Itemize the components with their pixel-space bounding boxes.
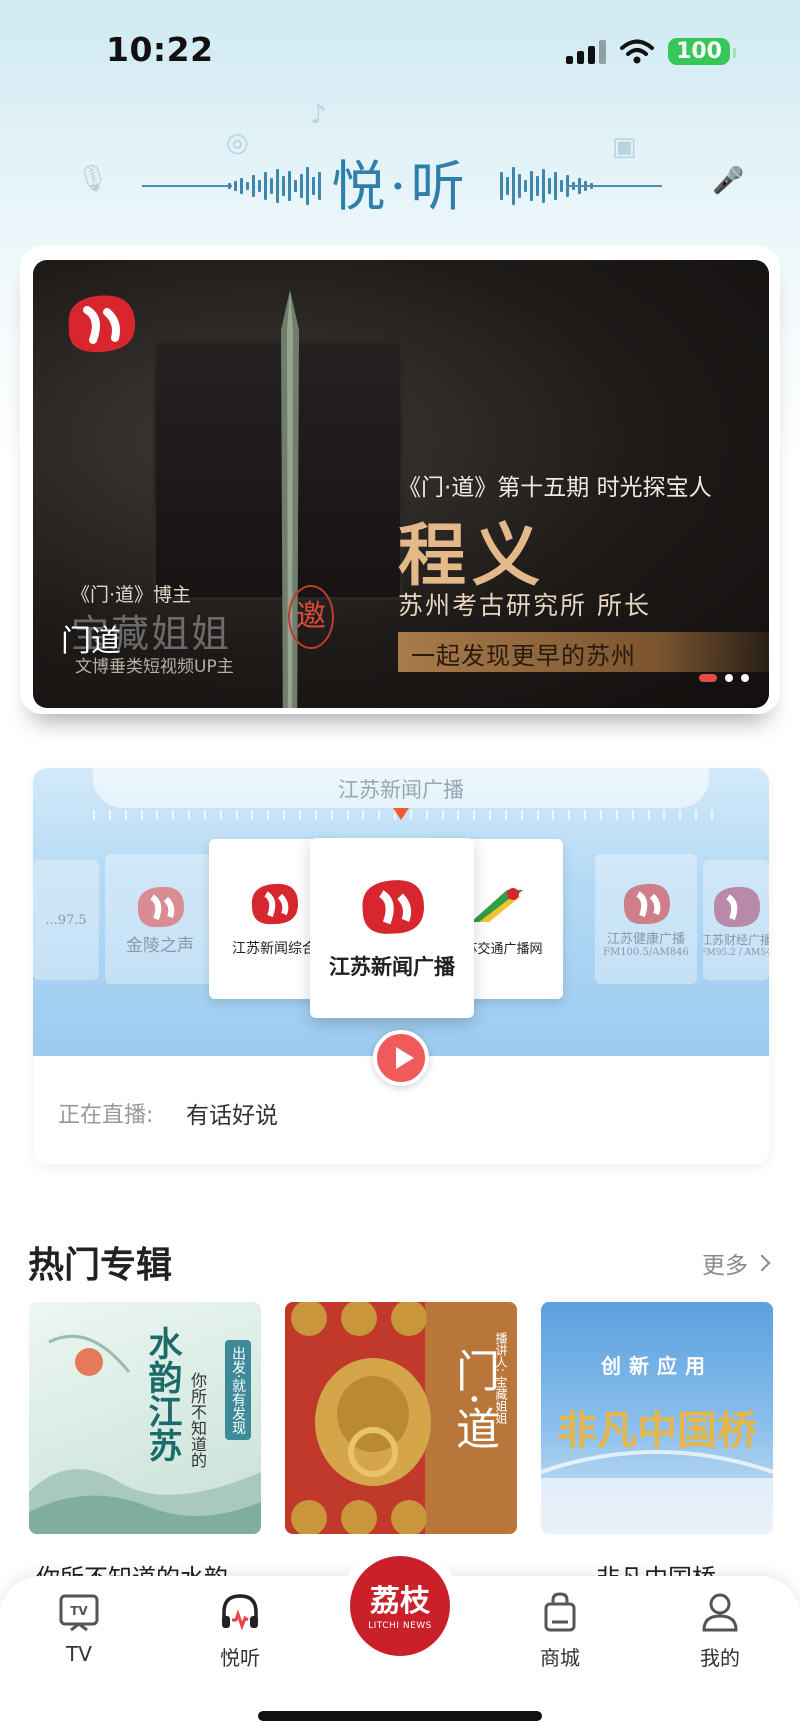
more-label: 更多 [702, 1253, 748, 1279]
station-logo-icon [137, 886, 184, 927]
center-logo-cn: 荔枝 [370, 1584, 430, 1619]
wave-line-right [566, 185, 662, 187]
section-title-hot-albums: 热门专辑 [28, 1245, 173, 1286]
station-logo-icon [251, 883, 298, 925]
tab-label: TV [66, 1642, 92, 1666]
banner-host-desc: 文博垂类短视频UP主 [75, 657, 234, 677]
radio-tuner: 江苏新闻广播 ...97.5 金陵之声 江苏新闻综合 江苏交通广播网 江苏新闻广… [33, 768, 769, 1056]
play-button[interactable] [373, 1030, 429, 1086]
banner-issue: 《门·道》第十五期 时光探宝人 [398, 475, 712, 501]
carousel-pagination[interactable] [699, 674, 749, 682]
station-logo-icon [713, 886, 760, 927]
tuner-pointer-icon [393, 808, 409, 820]
wifi-icon [620, 39, 655, 63]
jsbc-logo-icon [68, 295, 136, 353]
tv-icon: TV [59, 1594, 99, 1632]
album-cover-subtitle: 你所不知道的 [188, 1372, 207, 1468]
station-frequency: FM95.2 / AM54 [703, 947, 769, 958]
station-logo-icon [623, 883, 670, 925]
banner-guest-name: 程义 [398, 516, 547, 596]
home-indicator [258, 1711, 542, 1721]
station-label: 江苏财经广播 [703, 932, 769, 947]
album-cover-subtitle: 创新应用 [601, 1354, 713, 1378]
tab-mall[interactable]: 商城 [500, 1590, 620, 1670]
pagination-dot[interactable] [725, 674, 733, 682]
status-icons: 100 [566, 38, 736, 65]
station-frequency: FM100.5/AM846 [603, 947, 689, 958]
radio-channel-title: 江苏新闻广播 [338, 778, 464, 802]
station-card-jinling[interactable]: 金陵之声 [105, 854, 215, 984]
user-icon [702, 1593, 738, 1632]
album-cover-title: 水韵江苏 [142, 1326, 182, 1462]
station-label-selected: 江苏新闻广播 [329, 954, 455, 979]
cellular-signal-icon [566, 39, 607, 64]
traffic-station-logo-icon [471, 887, 523, 922]
status-time: 10:22 [106, 30, 214, 69]
station-label: 江苏新闻综合 [232, 941, 316, 957]
page-title: 悦·听 [331, 155, 469, 218]
tab-label: 悦听 [220, 1646, 260, 1670]
headphones-icon [222, 1594, 258, 1631]
album-cover-title: 非凡中国桥 [557, 1407, 757, 1454]
station-label: 江苏健康广播 [606, 932, 685, 947]
album-cover-tag: 出发·就有发现 [225, 1340, 251, 1441]
music-deco-icon: ♪ [310, 100, 327, 130]
station-card-finance[interactable]: 江苏财经广播 FM95.2 / AM54 [703, 860, 769, 980]
shopping-bag-icon [544, 1592, 576, 1632]
battery-indicator: 100 [668, 38, 736, 65]
banner-slogan: 一起发现更早的苏州 [411, 642, 636, 670]
chevron-right-icon [753, 1254, 771, 1272]
tab-me[interactable]: 我的 [660, 1590, 780, 1670]
center-logo-en: LITCHI NEWS [368, 1621, 432, 1631]
station-card-health[interactable]: 江苏健康广播 FM100.5/AM846 [595, 854, 697, 984]
tab-label: 商城 [540, 1646, 580, 1670]
album-card[interactable]: 创新应用 非凡中国桥 [541, 1302, 773, 1534]
live-label: 正在直播: [58, 1103, 154, 1128]
banner-invite-seal: 邀 [288, 585, 334, 649]
svg-text:TV: TV [70, 1604, 88, 1618]
banner-carousel[interactable]: 《门·道》博主 宝藏姐姐 门道 文博垂类短视频UP主 邀 《门·道》第十五期 时… [33, 260, 769, 708]
banner-guest-org: 苏州考古研究所 所长 [398, 591, 651, 620]
litchi-news-logo-button[interactable]: 荔枝 LITCHI NEWS [350, 1556, 450, 1656]
more-link[interactable]: 更多 [702, 1246, 771, 1280]
station-label: ...97.5 [45, 912, 87, 928]
station-logo-icon [362, 880, 424, 934]
station-card-news-selected[interactable]: 江苏新闻广播 [310, 838, 474, 1018]
live-program[interactable]: 有话好说 [186, 1096, 278, 1130]
tab-label: 我的 [700, 1646, 740, 1670]
tab-tv[interactable]: TV TV [19, 1590, 139, 1670]
pagination-dot[interactable] [741, 674, 749, 682]
album-card[interactable]: 门·道 播讲人: 宝藏姐姐 [285, 1302, 517, 1534]
album-card[interactable]: 水韵江苏 你所不知道的 出发·就有发现 [29, 1302, 261, 1534]
station-label: 金陵之声 [126, 935, 194, 956]
pagination-dot-active[interactable] [699, 674, 717, 682]
station-card-fm975[interactable]: ...97.5 [33, 860, 99, 980]
tab-listen[interactable]: 悦听 [180, 1590, 300, 1670]
album-cover-subtitle: 播讲人: 宝藏姐姐 [494, 1332, 508, 1424]
